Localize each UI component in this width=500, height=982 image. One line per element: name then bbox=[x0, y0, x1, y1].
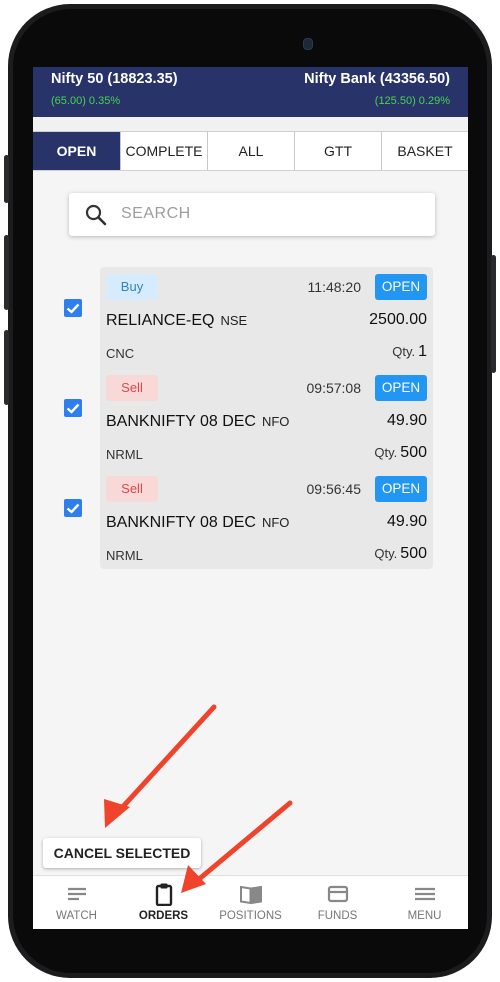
order-card[interactable]: Sell 09:56:45 OPEN BANKNIFTY 08 DEC NFO 4… bbox=[100, 469, 433, 569]
nav-funds-label: FUNDS bbox=[317, 910, 358, 922]
check-icon bbox=[66, 303, 80, 314]
order-card[interactable]: Buy 11:48:20 OPEN RELIANCE-EQ NSE 2500.00… bbox=[100, 267, 433, 367]
nav-watch[interactable]: WATCH bbox=[33, 876, 120, 929]
order-product: NRML bbox=[106, 548, 143, 563]
check-icon bbox=[66, 503, 80, 514]
book-icon bbox=[240, 885, 262, 905]
qty-value: 500 bbox=[400, 545, 427, 562]
order-price: 49.90 bbox=[386, 412, 427, 429]
order-price: 2500.00 bbox=[369, 311, 427, 328]
order-symbol: BANKNIFTY 08 DEC NFO bbox=[106, 413, 289, 431]
order-time: 11:48:20 bbox=[307, 279, 361, 295]
power-button bbox=[491, 255, 496, 373]
volume-down-button bbox=[4, 235, 9, 310]
status-badge: OPEN bbox=[375, 375, 427, 401]
nifty50-name: Nifty 50 (18823.35) bbox=[51, 71, 178, 87]
qty-value: 500 bbox=[400, 444, 427, 461]
qty-label: Qty. bbox=[374, 445, 398, 460]
bottom-nav: WATCH ORDERS POSITIONS FUNDS MENU bbox=[33, 875, 468, 929]
front-camera bbox=[303, 38, 313, 50]
nav-positions-label: POSITIONS bbox=[219, 910, 282, 922]
side-badge: Sell bbox=[106, 375, 158, 401]
status-badge: OPEN bbox=[375, 274, 427, 300]
nav-orders-label: ORDERS bbox=[138, 910, 189, 922]
symbol-text: RELIANCE-EQ bbox=[106, 312, 215, 329]
nav-menu-label: MENU bbox=[407, 910, 442, 922]
tab-basket[interactable]: BASKET bbox=[382, 132, 468, 170]
order-checkbox-1[interactable] bbox=[64, 299, 82, 317]
qty-value: 1 bbox=[418, 343, 427, 360]
exchange-text: NSE bbox=[220, 313, 248, 328]
order-card[interactable]: Sell 09:57:08 OPEN BANKNIFTY 08 DEC NFO 4… bbox=[100, 368, 433, 468]
tab-open[interactable]: OPEN bbox=[33, 132, 121, 170]
nav-funds[interactable]: FUNDS bbox=[294, 876, 381, 929]
order-qty: Qty. 500 bbox=[374, 444, 427, 462]
symbol-text: BANKNIFTY 08 DEC bbox=[106, 514, 256, 531]
hamburger-icon bbox=[415, 887, 435, 901]
nav-positions[interactable]: POSITIONS bbox=[207, 876, 294, 929]
clipboard-icon bbox=[155, 883, 173, 906]
exchange-text: NFO bbox=[261, 515, 290, 530]
menu-lines-icon bbox=[68, 887, 86, 901]
index-ticker: Nifty 50 (18823.35) (65.00) 0.35% Nifty … bbox=[33, 67, 468, 117]
order-price: 49.90 bbox=[386, 513, 427, 530]
side-badge: Buy bbox=[106, 274, 158, 300]
order-product: NRML bbox=[106, 447, 143, 462]
order-time: 09:56:45 bbox=[306, 481, 362, 497]
order-checkbox-3[interactable] bbox=[64, 499, 82, 517]
order-checkbox-2[interactable] bbox=[64, 399, 82, 417]
symbol-text: BANKNIFTY 08 DEC bbox=[106, 413, 256, 430]
tab-all[interactable]: ALL bbox=[208, 132, 295, 170]
qty-label: Qty. bbox=[374, 546, 398, 561]
qty-label: Qty. bbox=[392, 344, 416, 359]
order-symbol: RELIANCE-EQ NSE bbox=[106, 312, 247, 330]
header-spacer bbox=[33, 117, 468, 131]
side-button bbox=[4, 330, 9, 405]
order-symbol: BANKNIFTY 08 DEC NFO bbox=[106, 514, 289, 532]
search-box[interactable]: SEARCH bbox=[69, 193, 435, 236]
card-icon bbox=[327, 885, 349, 903]
order-list: Buy 11:48:20 OPEN RELIANCE-EQ NSE 2500.00… bbox=[100, 267, 433, 569]
side-badge: Sell bbox=[106, 476, 158, 502]
check-icon bbox=[66, 403, 80, 414]
order-qty: Qty. 1 bbox=[392, 343, 427, 361]
order-qty: Qty. 500 bbox=[374, 545, 427, 563]
status-badge: OPEN bbox=[375, 476, 427, 502]
exchange-text: NFO bbox=[261, 414, 290, 429]
tab-gtt[interactable]: GTT bbox=[295, 132, 382, 170]
nav-menu[interactable]: MENU bbox=[381, 876, 468, 929]
search-icon bbox=[85, 204, 107, 226]
tab-complete[interactable]: COMPLETE bbox=[121, 132, 208, 170]
order-product: CNC bbox=[106, 346, 135, 361]
niftybank-change: (125.50) 0.29% bbox=[374, 95, 450, 107]
nav-orders[interactable]: ORDERS bbox=[120, 876, 207, 929]
order-time: 09:57:08 bbox=[306, 380, 362, 396]
cancel-selected-button[interactable]: CANCEL SELECTED bbox=[43, 838, 201, 868]
search-input[interactable]: SEARCH bbox=[121, 205, 191, 223]
nav-watch-label: WATCH bbox=[56, 910, 97, 922]
niftybank-name: Nifty Bank (43356.50) bbox=[304, 71, 450, 87]
order-tabs: OPEN COMPLETE ALL GTT BASKET bbox=[33, 131, 468, 171]
volume-up-button bbox=[4, 155, 9, 203]
app-screen: Nifty 50 (18823.35) (65.00) 0.35% Nifty … bbox=[33, 67, 468, 929]
nifty50-change: (65.00) 0.35% bbox=[51, 95, 121, 107]
